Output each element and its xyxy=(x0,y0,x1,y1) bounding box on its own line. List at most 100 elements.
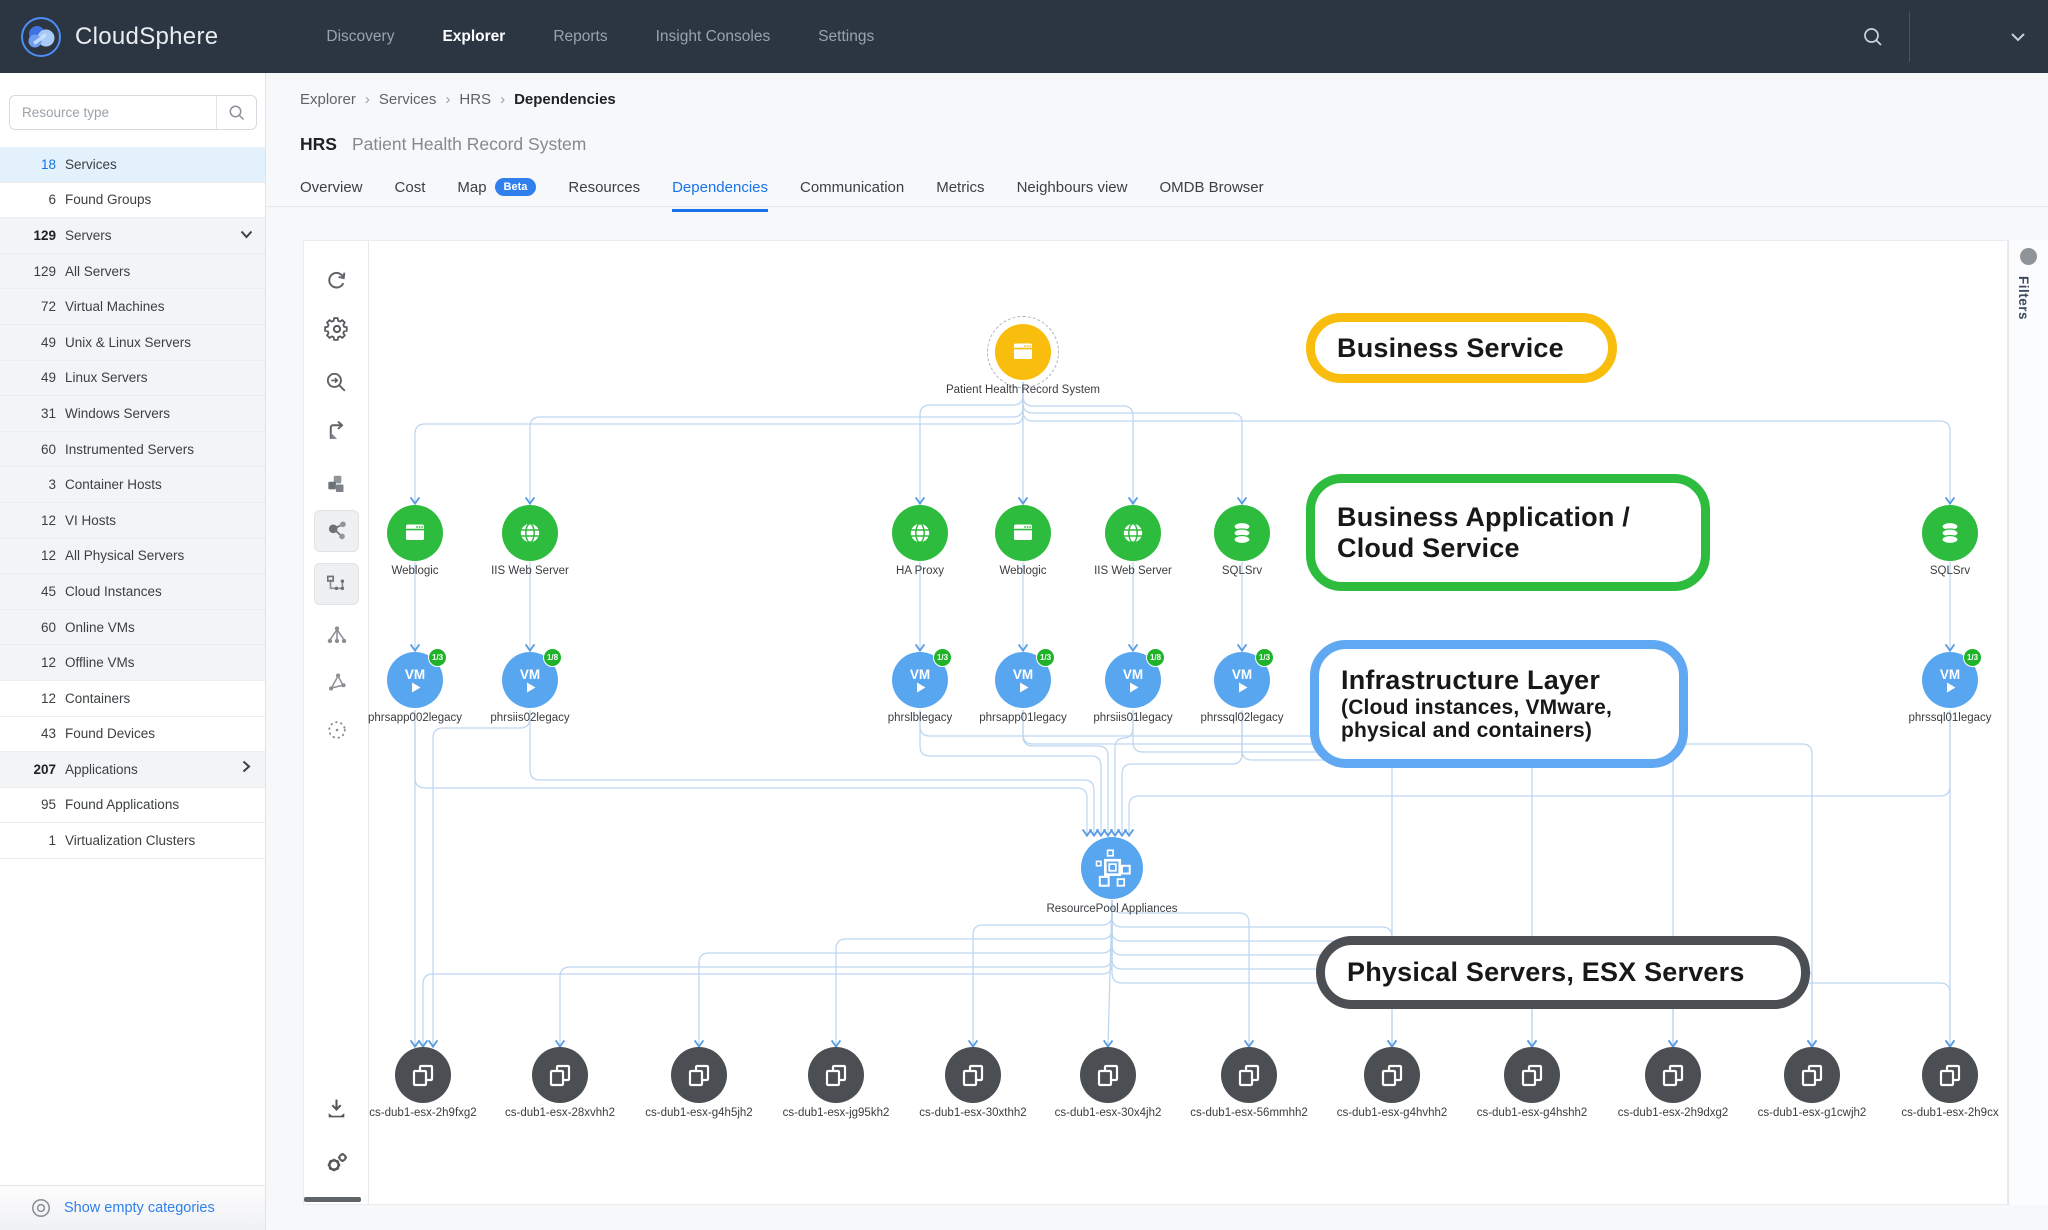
sidebar-item-instrumented-servers[interactable]: 60Instrumented Servers xyxy=(0,432,265,468)
application-node[interactable]: Weblogic xyxy=(995,505,1051,561)
category-count: 31 xyxy=(0,406,56,421)
sidebar-item-linux-servers[interactable]: 49Linux Servers xyxy=(0,361,265,397)
sidebar-item-found-devices[interactable]: 43Found Devices xyxy=(0,717,265,753)
application-node[interactable]: SQLSrv xyxy=(1922,505,1978,561)
breadcrumb-separator xyxy=(445,91,450,108)
tree-layout-icon[interactable] xyxy=(314,614,359,656)
sidebar-item-found-groups[interactable]: 6Found Groups xyxy=(0,183,265,219)
sidebar-search-button[interactable] xyxy=(216,96,256,129)
nav-item-explorer[interactable]: Explorer xyxy=(442,28,505,46)
settings-icon[interactable] xyxy=(314,308,359,350)
sidebar-item-all-physical-servers[interactable]: 12All Physical Servers xyxy=(0,539,265,575)
vm-node[interactable]: VMphrsiis02legacy1/8 xyxy=(502,652,558,708)
sidebar-item-found-applications[interactable]: 95Found Applications xyxy=(0,788,265,824)
nav-item-discovery[interactable]: Discovery xyxy=(326,28,394,46)
tab-label: Cost xyxy=(395,179,426,196)
network-layout-icon[interactable] xyxy=(314,661,359,703)
tab-cost[interactable]: Cost xyxy=(395,167,426,212)
esx-host-node[interactable]: cs-dub1-esx-jg95kh2 xyxy=(808,1047,864,1103)
nav-item-settings[interactable]: Settings xyxy=(818,28,874,46)
sidebar-item-vi-hosts[interactable]: 12VI Hosts xyxy=(0,503,265,539)
application-node[interactable]: Weblogic xyxy=(387,505,443,561)
refresh-icon[interactable] xyxy=(314,259,359,301)
tab-dependencies[interactable]: Dependencies xyxy=(672,167,768,212)
show-empty-categories-button[interactable]: Show empty categories xyxy=(30,1197,215,1219)
tab-resources[interactable]: Resources xyxy=(568,167,640,212)
nav-item-insight-consoles[interactable]: Insight Consoles xyxy=(656,28,771,46)
sidebar-item-online-vms[interactable]: 60Online VMs xyxy=(0,610,265,646)
esx-host-node[interactable]: cs-dub1-esx-g4hvhh2 xyxy=(1364,1047,1420,1103)
esx-icon xyxy=(1645,1047,1701,1103)
sidebar-item-servers[interactable]: 129Servers xyxy=(0,218,265,254)
tab-metrics[interactable]: Metrics xyxy=(936,167,984,212)
tab-label: Overview xyxy=(300,179,363,196)
breadcrumb-explorer[interactable]: Explorer xyxy=(300,91,356,108)
tab-omdb-browser[interactable]: OMDB Browser xyxy=(1159,167,1263,212)
tab-label: Map xyxy=(457,179,486,196)
esx-host-node[interactable]: cs-dub1-esx-2h9fxg2 xyxy=(395,1047,451,1103)
esx-host-node[interactable]: cs-dub1-esx-g4h5jh2 xyxy=(671,1047,727,1103)
sidebar-item-virtualization-clusters[interactable]: 1Virtualization Clusters xyxy=(0,823,265,859)
category-label: Cloud Instances xyxy=(65,584,255,599)
sidebar-item-unix-linux-servers[interactable]: 49Unix & Linux Servers xyxy=(0,325,265,361)
tab-communication[interactable]: Communication xyxy=(800,167,904,212)
replica-badge: 1/8 xyxy=(1146,648,1165,667)
resource-type-input[interactable] xyxy=(10,105,216,120)
sidebar-item-applications[interactable]: 207Applications xyxy=(0,752,265,788)
vm-node[interactable]: VMphrssql02legacy1/3 xyxy=(1214,652,1270,708)
sidebar-item-offline-vms[interactable]: 12Offline VMs xyxy=(0,645,265,681)
application-node[interactable]: HA Proxy xyxy=(892,505,948,561)
esx-host-node[interactable]: cs-dub1-esx-g1cwjh2 xyxy=(1784,1047,1840,1103)
sidebar-item-virtual-machines[interactable]: 72Virtual Machines xyxy=(0,289,265,325)
breadcrumb-hrs[interactable]: HRS xyxy=(459,91,491,108)
application-node[interactable]: IIS Web Server xyxy=(502,505,558,561)
sidebar-item-cloud-instances[interactable]: 45Cloud Instances xyxy=(0,574,265,610)
zoom-search-icon[interactable] xyxy=(314,361,359,403)
esx-icon xyxy=(945,1047,1001,1103)
vm-node[interactable]: VMphrssql01legacy1/3 xyxy=(1922,652,1978,708)
sidebar-item-containers[interactable]: 12Containers xyxy=(0,681,265,717)
esx-icon xyxy=(532,1047,588,1103)
tab-neighbours-view[interactable]: Neighbours view xyxy=(1017,167,1128,212)
brand[interactable]: CloudSphere xyxy=(20,16,218,58)
nav-item-reports[interactable]: Reports xyxy=(553,28,607,46)
node-label: IIS Web Server xyxy=(440,565,620,577)
global-search-button[interactable] xyxy=(1851,26,1895,48)
application-node[interactable]: SQLSrv xyxy=(1214,505,1270,561)
node-label: phrsiis02legacy xyxy=(440,712,620,724)
esx-host-node[interactable]: cs-dub1-esx-g4hshh2 xyxy=(1504,1047,1560,1103)
esx-host-node[interactable]: cs-dub1-esx-2h9dxg2 xyxy=(1645,1047,1701,1103)
sidebar-item-all-servers[interactable]: 129All Servers xyxy=(0,254,265,290)
esx-host-node[interactable]: cs-dub1-esx-30x4jh2 xyxy=(1080,1047,1136,1103)
esx-host-node[interactable]: cs-dub1-esx-28xvhh2 xyxy=(532,1047,588,1103)
application-node[interactable]: IIS Web Server xyxy=(1105,505,1161,561)
breadcrumb-services[interactable]: Services xyxy=(379,91,437,108)
esx-host-node[interactable]: cs-dub1-esx-56mmhh2 xyxy=(1221,1047,1277,1103)
vm-node[interactable]: VMphrsapp01legacy1/3 xyxy=(995,652,1051,708)
window-icon xyxy=(995,505,1051,561)
filters-tab[interactable]: Filters xyxy=(2016,276,2031,320)
horizontal-scrollbar-thumb[interactable] xyxy=(304,1197,361,1202)
primary-nav: Discovery Explorer Reports Insight Consoles… xyxy=(326,28,874,46)
sidebar-item-container-hosts[interactable]: 3Container Hosts xyxy=(0,467,265,503)
breadcrumb: Explorer Services HRS Dependencies xyxy=(300,91,616,108)
sidebar-item-services[interactable]: 18Services xyxy=(0,147,265,183)
vm-node[interactable]: VMphrsapp002legacy1/3 xyxy=(387,652,443,708)
esx-host-node[interactable]: cs-dub1-esx-30xthh2 xyxy=(945,1047,1001,1103)
rotate-layout-icon[interactable] xyxy=(314,409,359,451)
cubes-icon[interactable] xyxy=(314,464,359,506)
account-menu-button[interactable] xyxy=(1928,32,2048,42)
vm-node[interactable]: VMphrsiis01legacy1/8 xyxy=(1105,652,1161,708)
export-settings-icon[interactable] xyxy=(314,1142,359,1184)
resource-pool-node[interactable]: ResourcePool Appliances xyxy=(1084,840,1140,896)
globe-icon xyxy=(502,505,558,561)
service-node[interactable]: Patient Health Record System xyxy=(995,324,1051,380)
tab-overview[interactable]: Overview xyxy=(300,167,363,212)
esx-host-node[interactable]: cs-dub1-esx-2h9cx xyxy=(1922,1047,1978,1103)
category-count: 49 xyxy=(0,335,56,350)
graph-layout-icon[interactable] xyxy=(314,510,359,552)
vm-node[interactable]: VMphrslblegacy1/3 xyxy=(892,652,948,708)
tab-map[interactable]: MapBeta xyxy=(457,166,536,212)
sidebar-item-windows-servers[interactable]: 31Windows Servers xyxy=(0,396,265,432)
nav-right xyxy=(1851,0,2048,73)
